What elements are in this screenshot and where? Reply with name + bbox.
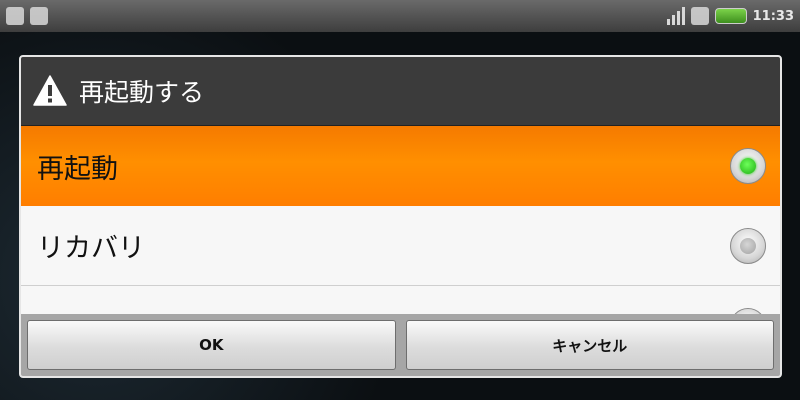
option-label: リカバリ (37, 233, 145, 264)
option-partial-hidden[interactable] (21, 286, 780, 315)
option-reboot[interactable]: 再起動 (21, 126, 780, 206)
option-label: 再起動 (37, 153, 118, 185)
status-indicators: 11:33 (666, 7, 794, 25)
cancel-button[interactable]: キャンセル (405, 320, 774, 370)
signal-icon (666, 7, 685, 25)
dialog-title: 再起動する (79, 78, 205, 107)
background-dock (0, 378, 800, 400)
warning-icon (33, 75, 67, 106)
radio-dot-icon (740, 237, 756, 254)
status-bar: 11:33 (0, 0, 800, 32)
notification-icon (30, 7, 48, 25)
status-notifications (6, 7, 48, 25)
status-clock: 11:33 (752, 8, 794, 24)
option-list[interactable]: 再起動 リカバリ (21, 126, 780, 315)
radio-button[interactable] (730, 227, 766, 264)
dialog-header: 再起動する (21, 57, 780, 126)
reboot-dialog: 再起動する 再起動 リカバリ OK キャンセル (19, 55, 782, 378)
dialog-button-bar: OK キャンセル (21, 314, 780, 376)
radio-dot-icon (740, 158, 756, 174)
option-recovery[interactable]: リカバリ (21, 206, 780, 286)
ok-button[interactable]: OK (27, 320, 396, 370)
usb-icon (6, 7, 24, 25)
radio-button-selected[interactable] (730, 148, 766, 184)
battery-icon (714, 8, 747, 24)
data-transfer-icon (690, 7, 709, 25)
